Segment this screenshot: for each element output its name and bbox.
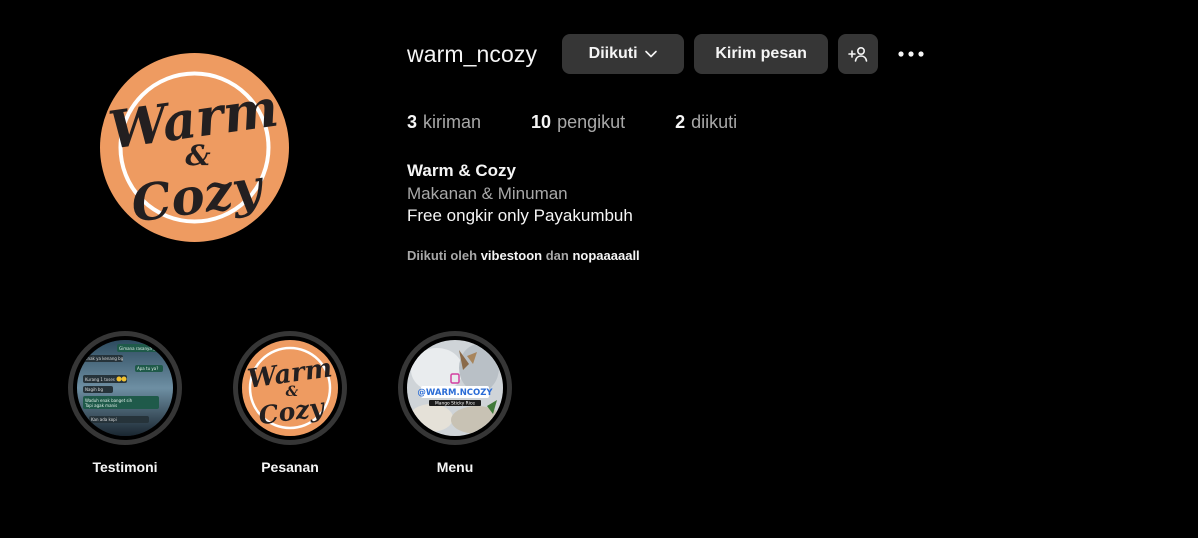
chat-line: Tapi agak manis [84, 403, 117, 408]
username: warm_ncozy [407, 40, 538, 67]
highlight-cover: Warm & Cozy [238, 336, 342, 440]
chat-line: Nagih bg [85, 387, 103, 392]
chat-line: Gimana rasanya ya? [119, 346, 160, 351]
profile-bio: Warm & Cozy Makanan & Minuman Free ongki… [407, 160, 633, 228]
highlight-label: Testimoni [92, 459, 158, 475]
followers-label: pengikut [557, 112, 626, 132]
category-label: Makanan & Minuman [407, 183, 568, 203]
followed-by-prefix: Diikuti oleh [407, 248, 478, 263]
following-stat[interactable]: 2 diikuti [675, 112, 737, 133]
chat-line: Apa tu ya? [137, 366, 158, 371]
menu-caption: Mango Sticky Rice [435, 401, 475, 407]
posts-stat: 3 kiriman [407, 112, 481, 133]
warm-cozy-logo: Warm & Cozy [242, 340, 338, 436]
person-add-icon [848, 46, 868, 62]
chat-line: Kan ada kopi [91, 417, 117, 422]
followers-stat[interactable]: 10 pengikut [531, 112, 625, 133]
chat-screenshot-thumbnail: Gimana rasanya ya? Enak ya kenang bg Apa… [77, 340, 173, 436]
highlight-pesanan[interactable]: Warm & Cozy Pesanan [233, 331, 347, 475]
followers-count: 10 [531, 112, 552, 132]
profile-avatar[interactable]: Warm & Cozy [100, 53, 289, 242]
highlight-testimoni[interactable]: Gimana rasanya ya? Enak ya kenang bg Apa… [68, 331, 182, 475]
profile-header: warm_ncozy Diikuti Kirim pesan [407, 34, 927, 74]
follower-link-1[interactable]: vibestoon [481, 248, 542, 263]
profile-stats: 3 kiriman 10 pengikut 2 diikuti [407, 112, 787, 133]
chevron-down-icon [644, 50, 657, 58]
display-name: Warm & Cozy [407, 161, 516, 180]
suggest-accounts-button[interactable] [838, 34, 879, 74]
chat-line: Enak ya kenang bg [85, 356, 124, 361]
posts-label: kiriman [423, 112, 482, 132]
followed-by-line: Diikuti oleh vibestoon dan nopaaaaall [407, 248, 640, 263]
highlight-ring: Gimana rasanya ya? Enak ya kenang bg Apa… [68, 331, 182, 445]
menu-tag: @WARM.NCOZY [417, 388, 493, 398]
highlight-label: Menu [436, 459, 474, 475]
following-label: Diikuti [588, 45, 638, 62]
highlight-ring: @WARM.NCOZY Mango Sticky Rice [398, 331, 512, 445]
highlight-cover: Gimana rasanya ya? Enak ya kenang bg Apa… [73, 336, 177, 440]
highlight-menu[interactable]: @WARM.NCOZY Mango Sticky Rice Menu [398, 331, 512, 475]
posts-count: 3 [407, 112, 418, 132]
more-horizontal-icon [898, 51, 924, 57]
highlight-cover: @WARM.NCOZY Mango Sticky Rice [403, 336, 507, 440]
highlight-ring: Warm & Cozy [233, 331, 347, 445]
send-message-label: Kirim pesan [715, 45, 807, 62]
warm-cozy-logo: Warm & Cozy [100, 53, 289, 242]
more-options-button[interactable] [895, 34, 927, 74]
following-count: 2 [675, 112, 686, 132]
highlight-label: Pesanan [261, 459, 319, 475]
menu-photo-thumbnail: @WARM.NCOZY Mango Sticky Rice [407, 340, 503, 436]
follower-link-2[interactable]: nopaaaaall [572, 248, 639, 263]
profile-page: Warm & Cozy warm_ncozy Diikuti Kirim pes… [0, 0, 1198, 538]
following-button[interactable]: Diikuti [562, 34, 685, 74]
chat-line: Kurang 1 toses [85, 377, 115, 382]
send-message-button[interactable]: Kirim pesan [694, 34, 829, 74]
followed-by-conjunction: dan [545, 248, 569, 263]
following-label-stat: diikuti [691, 112, 738, 132]
bio-text: Free ongkir only Payakumbuh [407, 206, 633, 225]
